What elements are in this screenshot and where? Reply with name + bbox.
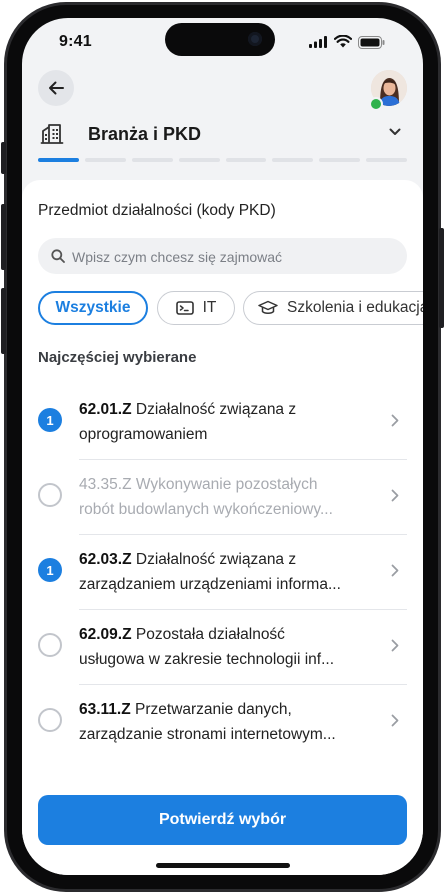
online-status-dot (369, 97, 383, 111)
screen: 9:41 Branża i PKD Przedmiot działalności… (22, 18, 423, 875)
pkd-item-line1: 62.03.Z Działalność związana z (79, 547, 374, 572)
pkd-code: 43.35.Z (79, 476, 132, 493)
chip-education-label: Szkolenia i edukacja (287, 299, 423, 316)
signal-icon (309, 36, 327, 48)
section-selector[interactable]: Branża i PKD (40, 120, 405, 150)
pkd-title-line2: oprogramowaniem (79, 426, 208, 443)
progress-step (225, 158, 267, 162)
pkd-title-line2: zarządzaniem urządzeniami informa... (79, 576, 341, 593)
camera-icon (248, 32, 262, 46)
selection-badge[interactable] (38, 633, 62, 657)
volume-up-button (1, 204, 6, 270)
battery-icon (358, 36, 385, 49)
silent-switch (1, 142, 6, 174)
chevron-right-icon (391, 414, 399, 427)
chevron-right-icon (391, 714, 399, 727)
back-button[interactable] (38, 70, 74, 106)
pkd-item-line1: 62.01.Z Działalność związana z (79, 397, 374, 422)
pkd-item-text: 62.01.Z Działalność związana z oprogramo… (79, 397, 374, 447)
pkd-item-line1: 43.35.Z Wykonywanie pozostałych (79, 472, 374, 497)
pkd-title-line2: zarządzanie stronami internetowym... (79, 726, 336, 743)
pkd-code: 62.01.Z (79, 401, 132, 418)
progress-steps (38, 158, 407, 162)
section-title: Branża i PKD (88, 124, 202, 144)
pkd-title-line1: Pozostała działalność (135, 626, 285, 643)
dynamic-island (165, 23, 275, 56)
pkd-title-line1: Działalność związana z (135, 551, 297, 568)
pkd-title-line1: Przetwarzanie danych, (135, 701, 292, 718)
selection-badge[interactable]: 1 (38, 408, 62, 432)
pkd-item-line1: 62.09.Z Pozostała działalność (79, 622, 374, 647)
pkd-code: 62.09.Z (79, 626, 132, 643)
terminal-icon (175, 301, 194, 315)
pkd-item[interactable]: 43.35.Z Wykonywanie pozostałych robót bu… (22, 460, 423, 535)
wifi-icon (334, 35, 352, 48)
building-icon (40, 124, 64, 144)
pkd-item-text: 62.09.Z Pozostała działalność usługowa w… (79, 622, 374, 672)
progress-step (131, 158, 173, 162)
most-chosen-heading: Najczęściej wybierane (38, 349, 197, 366)
arrow-left-icon (49, 81, 64, 95)
search-box[interactable] (38, 238, 407, 276)
chevron-right-icon (391, 639, 399, 652)
status-time: 9:41 (59, 33, 92, 50)
pkd-card: Przedmiot działalności (kody PKD) Wszyst… (22, 180, 423, 875)
progress-step (319, 158, 361, 162)
chip-it[interactable]: IT (157, 291, 235, 325)
progress-step (272, 158, 314, 162)
pkd-item[interactable]: 1 62.03.Z Działalność związana z zarządz… (22, 535, 423, 610)
pkd-title-line1: Działalność związana z (135, 401, 297, 418)
confirm-button[interactable]: Potwierdź wybór (38, 795, 407, 845)
status-bar: 9:41 (22, 18, 423, 68)
selection-badge[interactable]: 1 (38, 558, 62, 582)
graduation-cap-icon (258, 300, 278, 314)
pkd-title-line2: usługowa w zakresie technologii inf... (79, 651, 335, 668)
card-title: Przedmiot działalności (kody PKD) (38, 202, 276, 219)
progress-step (366, 158, 407, 162)
pkd-item[interactable]: 1 62.01.Z Działalność związana z oprogra… (22, 385, 423, 460)
pkd-item[interactable]: 62.09.Z Pozostała działalność usługowa w… (22, 610, 423, 685)
category-chips: Wszystkie IT Szkolenia i edukacja (38, 291, 423, 329)
chevron-right-icon (391, 564, 399, 577)
search-icon (51, 249, 65, 263)
pkd-item-text: 63.11.Z Przetwarzanie danych, zarządzani… (79, 697, 374, 747)
chevron-down-icon[interactable] (389, 128, 401, 136)
chevron-right-icon (391, 489, 399, 502)
selection-badge[interactable] (38, 708, 62, 732)
chip-it-label: IT (202, 299, 217, 316)
chip-education[interactable]: Szkolenia i edukacja (243, 291, 423, 325)
progress-step (178, 158, 220, 162)
pkd-title-line2: robót budowlanych wykończeniowy... (79, 501, 333, 518)
home-indicator[interactable] (156, 863, 290, 868)
chip-all-label: Wszystkie (55, 299, 131, 316)
progress-step (84, 158, 126, 162)
pkd-item-text: 43.35.Z Wykonywanie pozostałych robót bu… (79, 472, 374, 522)
progress-step (38, 158, 79, 162)
pkd-item[interactable]: 63.11.Z Przetwarzanie danych, zarządzani… (22, 685, 423, 760)
pkd-item-line1: 63.11.Z Przetwarzanie danych, (79, 697, 374, 722)
search-input[interactable] (70, 238, 394, 276)
pkd-code: 63.11.Z (79, 701, 131, 718)
pkd-code: 62.03.Z (79, 551, 132, 568)
pkd-title-line1: Wykonywanie pozostałych (135, 476, 318, 493)
chip-all[interactable]: Wszystkie (38, 291, 148, 325)
pkd-item-text: 62.03.Z Działalność związana z zarządzan… (79, 547, 374, 597)
selection-badge[interactable] (38, 483, 62, 507)
volume-down-button (1, 288, 6, 354)
power-button (439, 228, 444, 328)
